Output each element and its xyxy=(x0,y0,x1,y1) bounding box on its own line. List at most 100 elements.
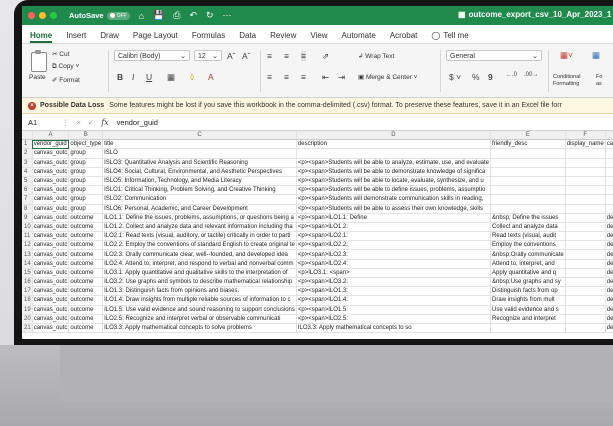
cell[interactable] xyxy=(605,176,613,187)
cut-button[interactable]: ✂ Cut xyxy=(52,50,69,58)
align-bottom-icon[interactable]: ≡ xyxy=(301,51,306,61)
column-header-d[interactable]: D xyxy=(296,131,492,141)
cell[interactable]: vendor_guid xyxy=(32,139,70,150)
column-header-c[interactable]: C xyxy=(102,131,297,141)
cell[interactable]: Recognize and interpret xyxy=(490,314,566,324)
cell[interactable] xyxy=(565,295,606,306)
cell[interactable] xyxy=(605,194,613,205)
function-icon[interactable]: fx xyxy=(101,118,108,127)
align-right-icon[interactable]: ≡ xyxy=(301,72,306,82)
cell[interactable] xyxy=(565,158,606,168)
cell[interactable]: &nbsp;Orally communicate xyxy=(490,249,566,260)
cell[interactable]: <p><span>ILO2.5: xyxy=(296,314,492,324)
row-header[interactable]: 20 xyxy=(22,314,33,324)
cell[interactable]: ILO3.3: Apply mathematical concepts to s… xyxy=(296,323,492,334)
cell[interactable]: ILO2.2: Employ the conventions of standa… xyxy=(102,240,297,251)
cell[interactable]: outcome xyxy=(68,268,104,279)
cell[interactable] xyxy=(565,314,606,324)
cell[interactable]: ILO1.2: Collect and analyze data and rel… xyxy=(102,222,297,233)
font-size-select[interactable]: 12 ⌄ xyxy=(194,50,222,61)
redo-icon[interactable]: ↻ xyxy=(206,10,214,21)
cell[interactable]: canvas_outc xyxy=(32,204,70,214)
decrease-decimal-icon[interactable]: .00→ xyxy=(524,72,538,78)
cell[interactable] xyxy=(565,323,606,334)
conditional-formatting-icon[interactable]: ▦˅ xyxy=(560,50,573,61)
cell[interactable] xyxy=(605,158,613,168)
cell[interactable]: <p><span>Students will be able to define… xyxy=(296,185,492,196)
font-color-icon[interactable]: A xyxy=(208,72,214,82)
paste-button[interactable]: Paste xyxy=(29,74,46,81)
cell[interactable]: Employ the conventions xyxy=(490,240,566,251)
cell[interactable] xyxy=(565,222,606,233)
cell[interactable]: decaying_av xyxy=(605,295,613,306)
row-header[interactable]: 5 xyxy=(22,176,33,187)
cell[interactable]: decaying_av xyxy=(605,268,613,279)
tab-home[interactable]: Home xyxy=(30,31,53,43)
cell[interactable]: outcome xyxy=(68,277,104,288)
percent-icon[interactable]: % xyxy=(472,72,480,82)
cell[interactable]: ILO1.1: Define the issues, problems, ass… xyxy=(102,213,297,223)
cell[interactable]: <p><span>ILO1.1: Define xyxy=(296,213,492,223)
row-header[interactable]: 6 xyxy=(22,185,33,196)
cell[interactable]: canvas_outc xyxy=(32,167,70,177)
column-header-b[interactable]: B xyxy=(68,131,104,141)
cell[interactable]: ILO1.5: Use valid evidence and sound rea… xyxy=(102,305,297,315)
cell[interactable]: <p><span>ILO3.2: xyxy=(296,277,492,288)
column-header-g[interactable]: G xyxy=(605,131,613,141)
cell[interactable] xyxy=(296,148,492,159)
cell[interactable]: canvas_outc xyxy=(32,286,70,297)
cell[interactable]: group xyxy=(68,167,104,177)
cell[interactable]: ILO1.3: Distinguish facts from opinions … xyxy=(102,286,297,297)
cell[interactable]: canvas_outc xyxy=(32,259,70,269)
save-icon[interactable]: 💾 xyxy=(153,10,164,21)
conditional-formatting-button[interactable]: Conditional xyxy=(553,74,581,80)
format-painter-button[interactable]: ✐ Format xyxy=(52,76,80,84)
cell[interactable]: outcome xyxy=(68,231,104,242)
print-icon[interactable]: ⎙ xyxy=(173,10,180,21)
row-header[interactable]: 17 xyxy=(22,286,33,297)
cell[interactable]: ILO2.4: Attend to, interpret, and respon… xyxy=(102,259,297,269)
cell[interactable]: decaying_av xyxy=(605,305,613,315)
cell[interactable]: ILO3.2: Use graphs and symbols to descri… xyxy=(102,277,297,288)
cell[interactable] xyxy=(490,176,566,187)
row-header[interactable]: 12 xyxy=(22,240,33,251)
cell[interactable]: display_name xyxy=(565,139,606,150)
column-header-f[interactable]: F xyxy=(565,131,606,141)
row-header[interactable]: 13 xyxy=(22,249,33,260)
cell[interactable]: canvas_outc xyxy=(32,194,70,205)
tell-me-search[interactable]: ◯ Tell me xyxy=(431,31,468,43)
cell[interactable] xyxy=(490,167,566,177)
fill-color-icon[interactable]: ◊ xyxy=(190,72,194,82)
cell[interactable]: canvas_outc xyxy=(32,148,70,159)
cell[interactable] xyxy=(565,240,606,251)
row-header[interactable]: 3 xyxy=(22,158,33,168)
close-window-button[interactable] xyxy=(28,12,35,19)
tab-page-layout[interactable]: Page Layout xyxy=(133,31,178,43)
cell[interactable]: <p><span>ILO1.5: xyxy=(296,305,492,315)
cell[interactable]: group xyxy=(68,176,104,187)
cell[interactable] xyxy=(565,167,606,177)
cell[interactable]: canvas_outc xyxy=(32,305,70,315)
cell[interactable]: object_type xyxy=(68,139,104,150)
cell[interactable]: decaying_av xyxy=(605,286,613,297)
currency-icon[interactable]: $ ˅ xyxy=(449,72,461,82)
tab-formulas[interactable]: Formulas xyxy=(192,31,225,43)
tab-automate[interactable]: Automate xyxy=(342,31,376,43)
cell[interactable]: Collect and analyze data xyxy=(490,222,566,233)
cell[interactable] xyxy=(565,259,606,269)
orientation-icon[interactable]: ⇗ xyxy=(322,51,329,62)
shrink-font-icon[interactable]: Aˇ xyxy=(242,51,251,61)
wrap-text-button[interactable]: ↲ Wrap Text xyxy=(358,52,394,60)
tab-insert[interactable]: Insert xyxy=(66,31,86,43)
cell[interactable]: outcome xyxy=(68,222,104,233)
row-header[interactable]: 16 xyxy=(22,277,33,288)
underline-icon[interactable]: U xyxy=(146,72,152,82)
cell[interactable]: canvas_outc xyxy=(32,176,70,187)
tab-draw[interactable]: Draw xyxy=(100,31,119,43)
cell[interactable]: Attend to, interpret, and xyxy=(490,259,566,269)
cell[interactable]: canvas_outc xyxy=(32,185,70,196)
tab-review[interactable]: Review xyxy=(270,31,296,43)
tab-data[interactable]: Data xyxy=(239,31,256,43)
cell[interactable]: canvas_outc xyxy=(32,213,70,223)
indent-icon[interactable]: ⇤ xyxy=(322,72,329,83)
